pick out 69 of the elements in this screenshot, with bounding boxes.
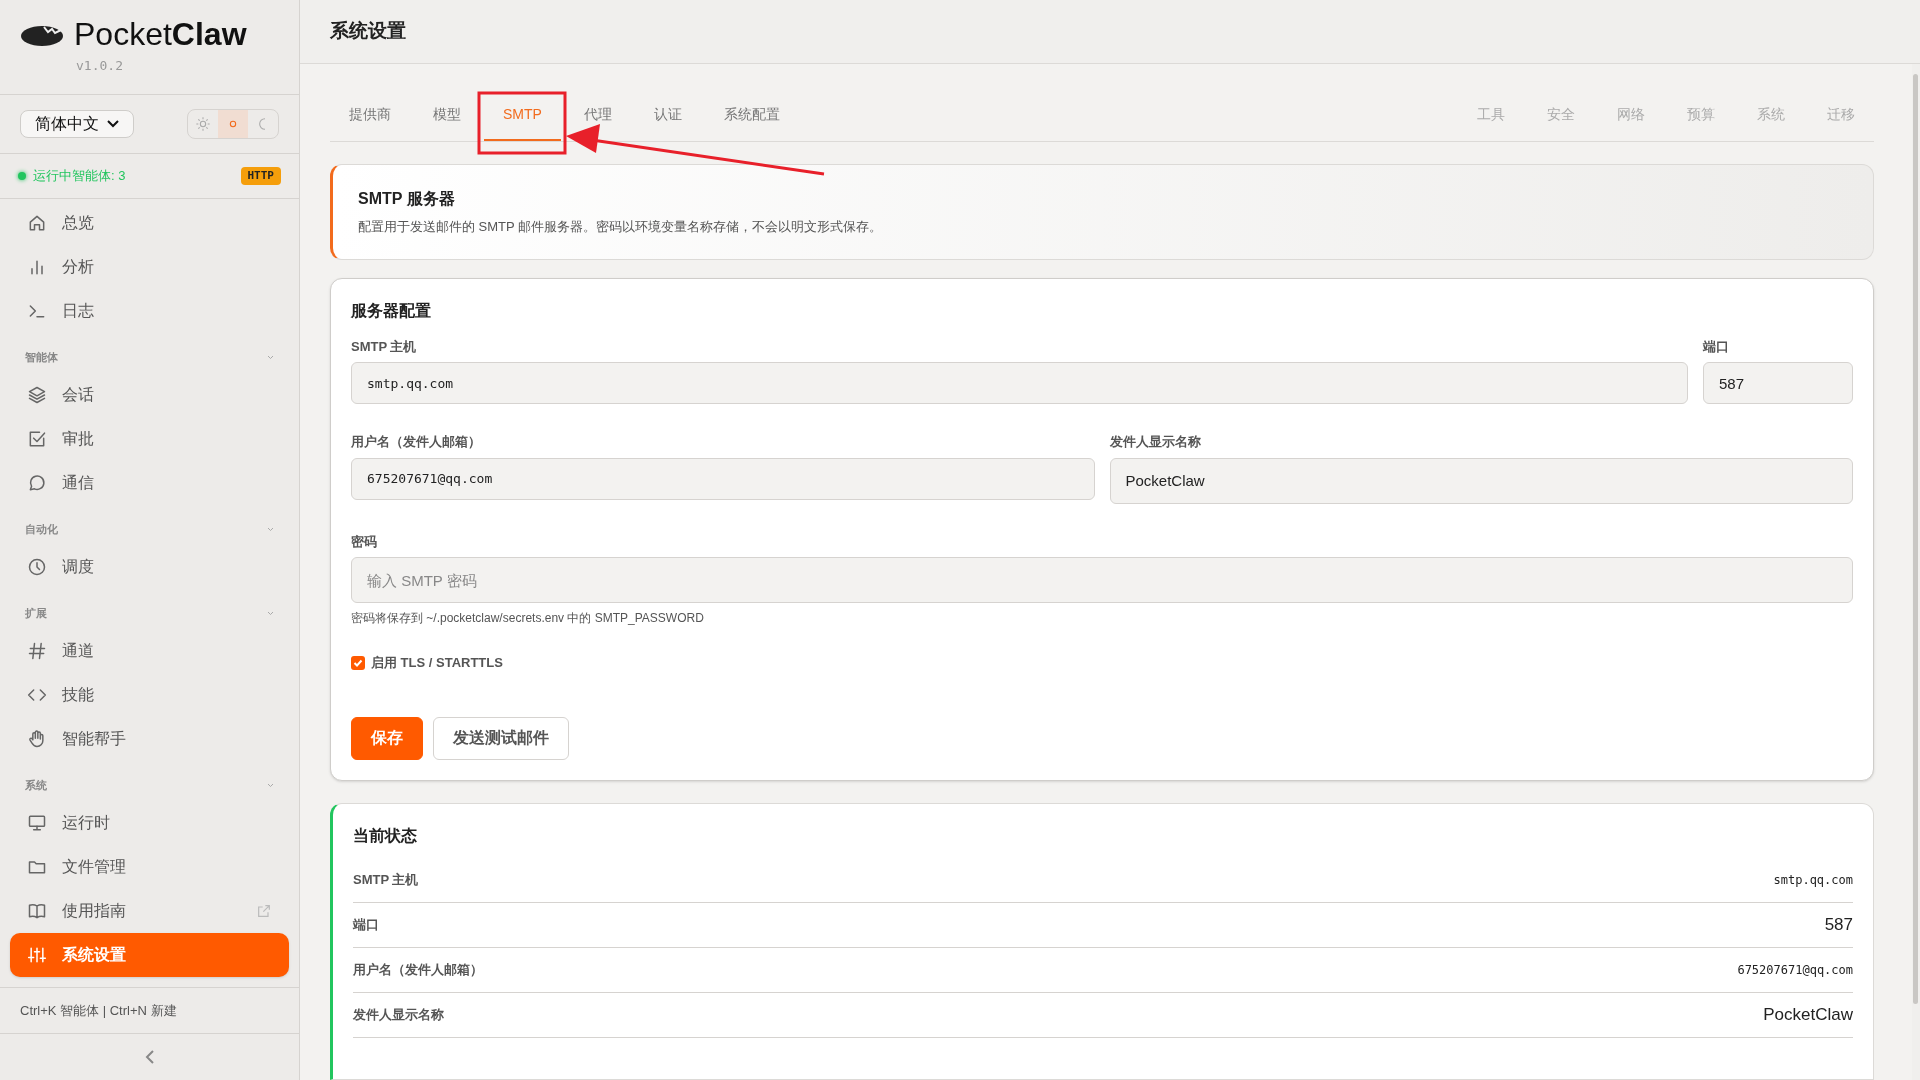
sidebar-item[interactable]: 会话 xyxy=(10,373,289,418)
sidebar-item[interactable]: 智能帮手 xyxy=(10,717,289,762)
field-label: 发件人显示名称 xyxy=(1109,433,1201,451)
field-hint: 密码将保存到 ~/.pocketclaw/secrets.env 中的 SMTP_PASSWORD xyxy=(351,610,704,627)
theme-toggle[interactable] xyxy=(218,109,248,138)
section-title: 服务器配置 xyxy=(351,300,431,321)
checkbox[interactable] xyxy=(351,655,365,670)
section-heading: 扩展 xyxy=(25,606,47,622)
field-label: 端口 xyxy=(1703,337,1729,356)
input-field[interactable]: 675207671@qq.com xyxy=(351,457,1095,500)
section-heading: 智能体 xyxy=(25,350,58,366)
send-test-button[interactable]: 发送测试邮件 xyxy=(433,716,569,760)
sidebar-item[interactable]: 日志 xyxy=(10,289,289,334)
version-label: v1.0.2 xyxy=(76,57,123,75)
sidebar-item[interactable]: 分析 xyxy=(10,245,289,290)
language-select[interactable]: 简体中文 xyxy=(20,109,134,138)
status-value: 675207671@qq.com xyxy=(1737,961,1853,979)
status-label: 端口 xyxy=(353,915,379,934)
collapse-chevron-icon[interactable] xyxy=(267,610,274,616)
field-label: 用户名（发件人邮箱） xyxy=(351,433,481,451)
status-value: PocketClaw xyxy=(1763,1003,1853,1026)
section-heading: 系统 xyxy=(25,778,47,794)
clock-icon xyxy=(27,557,47,578)
scrollbar[interactable] xyxy=(1913,74,1918,1004)
sidebar-item[interactable]: 技能 xyxy=(10,673,289,718)
input-field[interactable]: smtp.qq.com xyxy=(351,362,1688,404)
status-label: 用户名（发件人邮箱） xyxy=(353,960,483,979)
input-field[interactable]: 587 xyxy=(1703,362,1853,404)
sidebar-item[interactable]: 通信 xyxy=(10,461,289,506)
sidebar-item[interactable]: 审批 xyxy=(10,417,289,462)
input-field[interactable]: PocketClaw xyxy=(1109,457,1853,504)
tab[interactable]: 模型 xyxy=(414,102,480,141)
collapse-chevron-icon[interactable] xyxy=(267,354,274,360)
input-field[interactable]: 输入 SMTP 密码 xyxy=(351,557,1853,603)
shortcut-hint: Ctrl+K 智能体 | Ctrl+N 新建 xyxy=(20,1001,177,1020)
status-value: smtp.qq.com xyxy=(1773,871,1853,889)
tab[interactable]: 代理 xyxy=(564,102,631,141)
sidebar-item[interactable]: 文件管理 xyxy=(10,845,289,890)
tab[interactable]: 提供商 xyxy=(330,102,410,141)
field-label: 密码 xyxy=(351,532,377,551)
tab[interactable]: 认证 xyxy=(634,102,701,141)
hand-icon xyxy=(27,729,47,750)
hash-icon xyxy=(27,641,47,662)
status-label: 发件人显示名称 xyxy=(353,1005,444,1024)
sidebar-item[interactable]: 通道 xyxy=(10,629,289,674)
sun-icon xyxy=(195,115,211,132)
collapse-chevron-icon[interactable] xyxy=(267,526,274,532)
section-heading: 自动化 xyxy=(25,522,58,538)
section-title: 当前状态 xyxy=(353,825,417,846)
checkbox-label: 启用 TLS / STARTTLS xyxy=(371,654,503,672)
field-label: SMTP 主机 xyxy=(351,337,417,356)
theme-switcher[interactable] xyxy=(187,108,279,139)
brand-name: PocketClaw xyxy=(74,18,247,50)
running-agents-status: 运行中智能体: 3 xyxy=(33,167,126,186)
card-description: 配置用于发送邮件的 SMTP 邮件服务器。密码以环境变量名称存储，不会以明文形式保存。 xyxy=(358,218,884,236)
layers-icon xyxy=(27,385,47,406)
collapse-chevron-icon[interactable] xyxy=(267,782,274,788)
status-label: SMTP 主机 xyxy=(353,870,419,889)
sidebar-item[interactable]: 总览 xyxy=(10,201,289,246)
sidebar-item[interactable]: 运行时 xyxy=(10,801,289,846)
sidebar-item[interactable]: 使用指南 xyxy=(10,889,289,934)
protocol-badge: HTTP xyxy=(240,166,281,186)
sidebar-item[interactable]: 调度 xyxy=(10,545,289,590)
card-title: SMTP 服务器 xyxy=(358,189,456,209)
tab[interactable]: 系统配置 xyxy=(704,102,799,141)
chevron-down-icon xyxy=(107,119,119,128)
page-title: 系统设置 xyxy=(330,19,406,44)
status-value: 587 xyxy=(1824,913,1853,936)
collapse-sidebar-icon[interactable] xyxy=(144,1048,155,1065)
